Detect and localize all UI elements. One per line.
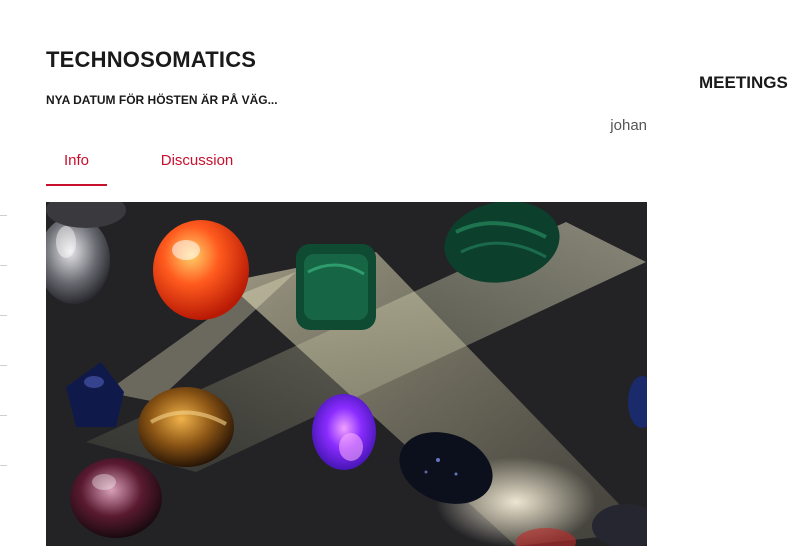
gemstones-photo xyxy=(46,202,647,546)
author-link[interactable]: johan xyxy=(610,117,647,134)
page-title: TECHNOSOMATICS xyxy=(46,47,257,72)
hero-image xyxy=(46,202,647,546)
sidebar-heading-meetings: MEETINGS xyxy=(699,73,788,92)
tab-discussion[interactable]: Discussion xyxy=(152,140,242,184)
page-subtitle: NYA DATUM FÖR HÖSTEN ÄR PÅ VÄG... xyxy=(46,93,278,107)
tab-info[interactable]: Info xyxy=(46,140,107,186)
left-edge-ticks xyxy=(0,215,8,515)
